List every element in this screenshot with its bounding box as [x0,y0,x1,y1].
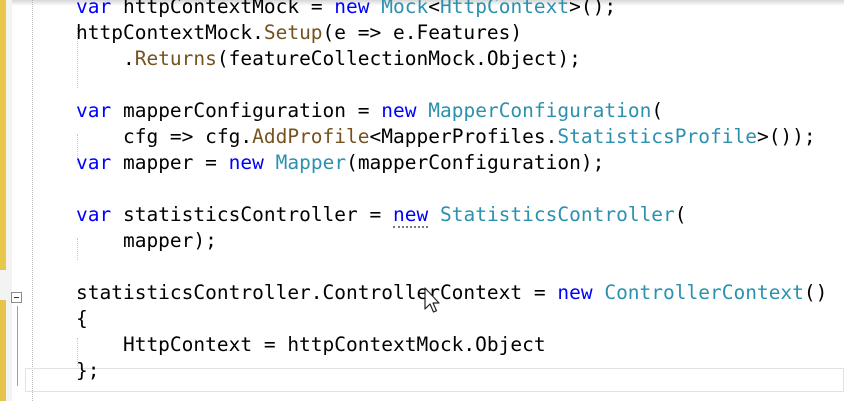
code-token: Returns [134,47,217,70]
code-line[interactable]: var httpContextMock = new Mock<HttpConte… [76,0,827,20]
code-line[interactable] [76,72,827,98]
code-token: new [334,0,370,18]
code-line[interactable]: var mapper = new Mapper(mapperConfigurat… [76,150,827,176]
code-token: }; [76,359,100,382]
code-line[interactable]: httpContextMock.Setup(e => e.Features) [76,20,827,46]
code-token: Mock [381,0,429,18]
code-token: HttpContext = httpContextMock.Object [76,333,546,356]
code-token: AddProfile [252,125,370,148]
code-token: var [76,151,112,174]
code-token: statisticsController.ControllerContext = [76,281,558,304]
code-token: mapper = [111,151,229,174]
code-token: () [803,281,828,304]
code-token: < [428,0,440,18]
code-token: var [76,0,112,18]
code-token: ( [651,99,664,122]
change-tracking-bar [0,300,6,401]
code-token: ( [674,203,687,226]
change-tracking-bar [0,0,6,270]
code-token: (featureCollectionMock.Object); [216,47,581,70]
code-token: cfg => cfg. [76,125,253,148]
code-token: var [76,99,112,122]
mouse-pointer-icon [424,287,442,322]
code-token: new [557,281,593,304]
code-line[interactable]: HttpContext = httpContextMock.Object [76,332,827,358]
code-line[interactable]: .Returns(featureCollectionMock.Object); [76,46,827,72]
code-token: httpContextMock. [76,21,264,44]
code-line[interactable]: var mapperConfiguration = new MapperConf… [76,98,827,124]
code-token: >()); [756,125,816,148]
code-token: mapperConfiguration = [111,99,382,122]
code-token: statisticsController = [111,203,393,226]
code-token: <MapperProfiles. [369,125,558,148]
code-token: var [76,203,112,226]
code-token: httpContextMock = [111,0,335,18]
code-token: (mapperConfiguration); [346,151,605,174]
code-line[interactable]: mapper); [76,228,827,254]
code-token: new [228,151,264,174]
outlining-line [17,306,18,386]
code-token: mapper); [76,229,217,252]
code-token: StatisticsController [439,203,675,226]
code-line[interactable]: cfg => cfg.AddProfile<MapperProfiles.Sta… [76,124,827,150]
code-token: StatisticsProfile [557,125,757,148]
code-area[interactable]: var httpContextMock = new Mock<HttpConte… [76,0,827,384]
margin-divider [32,0,33,401]
code-token: { [76,307,88,330]
code-line[interactable]: { [76,306,827,332]
code-editor[interactable]: var httpContextMock = new Mock<HttpConte… [0,0,844,401]
code-line[interactable]: }; [76,358,827,384]
collapse-toggle-icon[interactable] [11,292,22,303]
code-token: (e => e.Features) [322,21,523,44]
code-token: HttpContext [440,0,570,18]
code-token: ControllerContext [604,281,804,304]
code-line[interactable] [76,176,827,202]
code-token: MapperConfiguration [428,99,652,122]
code-token: . [76,47,135,70]
code-token: Setup [263,21,323,44]
code-line[interactable]: statisticsController.ControllerContext =… [76,280,827,306]
code-token: new [393,203,429,228]
code-token: >(); [569,0,617,18]
code-token: new [381,99,417,122]
code-line[interactable] [76,254,827,280]
code-line[interactable]: var statisticsController = new Statistic… [76,202,827,228]
code-token: Mapper [275,151,347,174]
